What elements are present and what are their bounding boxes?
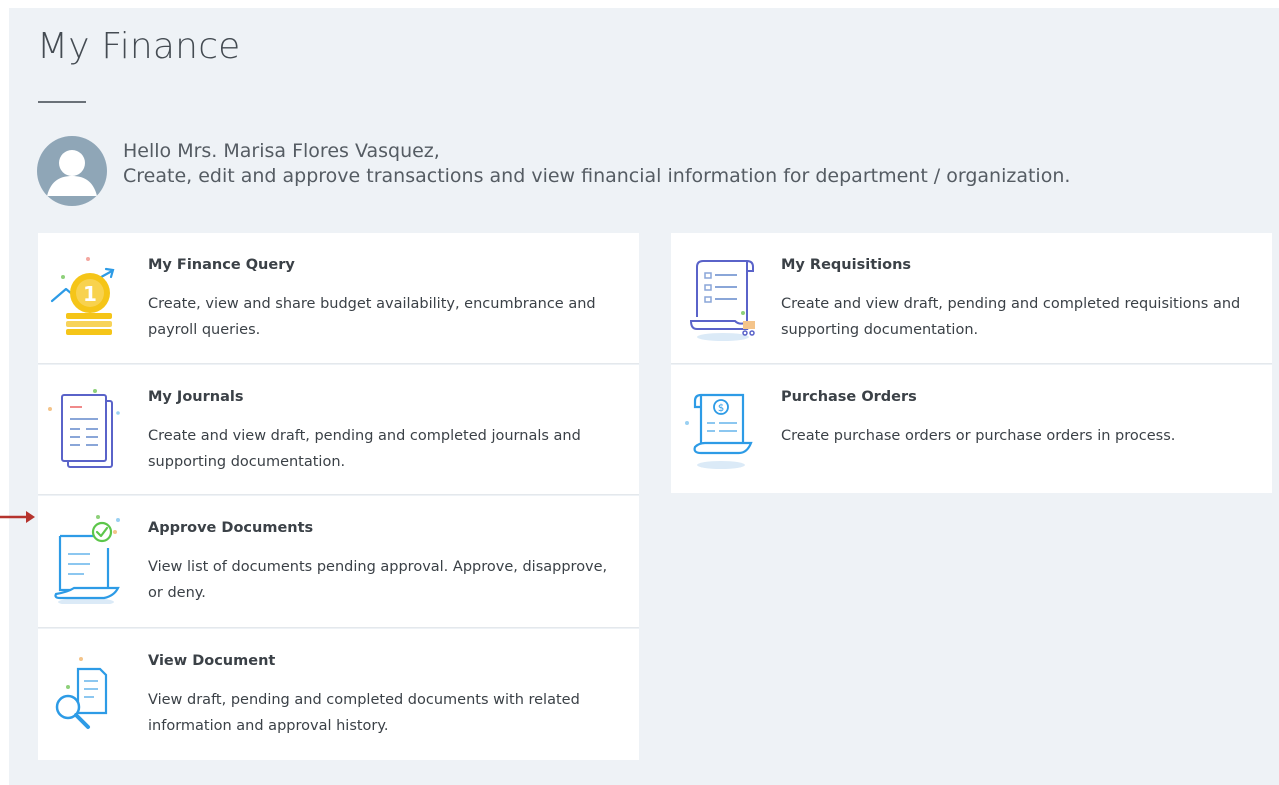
card-approve-documents[interactable]: Approve Documents View list of documents… <box>38 496 639 628</box>
arrow-right-icon <box>0 511 35 523</box>
svg-text:1: 1 <box>83 282 97 306</box>
card-title: Purchase Orders <box>781 389 917 405</box>
card-purchase-orders[interactable]: $ Purchase Orders Create purchase orders… <box>671 365 1272 493</box>
title-divider <box>38 101 86 103</box>
card-my-journals[interactable]: My Journals Create and view draft, pendi… <box>38 365 639 495</box>
card-description: Create, view and share budget availabili… <box>148 296 596 338</box>
card-description: View draft, pending and completed docume… <box>148 692 580 734</box>
greeting-name: Hello Mrs. Marisa Flores Vasquez, <box>123 140 440 162</box>
card-description: Create purchase orders or purchase order… <box>781 428 1176 444</box>
greeting: Hello Mrs. Marisa Flores Vasquez, Create… <box>123 139 1070 189</box>
card-title: My Requisitions <box>781 257 912 273</box>
avatar <box>37 136 107 206</box>
purchase-order-icon: $ <box>681 383 771 473</box>
card-title: My Finance Query <box>148 257 295 273</box>
user-avatar-icon <box>47 150 97 196</box>
card-my-finance-query[interactable]: 1 My Finance Query Create, view and shar… <box>38 233 639 364</box>
card-title: Approve Documents <box>148 520 314 536</box>
document-search-icon <box>48 647 138 737</box>
greeting-description: Create, edit and approve transactions an… <box>123 165 1071 187</box>
requisition-icon <box>681 251 771 341</box>
card-description: View list of documents pending approval.… <box>148 559 608 601</box>
card-view-document[interactable]: View Document View draft, pending and co… <box>38 629 639 760</box>
svg-text:$: $ <box>718 403 724 414</box>
card-my-requisitions[interactable]: My Requisitions Create and view draft, p… <box>671 233 1272 364</box>
card-title: View Document <box>148 653 276 669</box>
card-description: Create and view draft, pending and compl… <box>781 296 1241 338</box>
approve-document-icon <box>48 514 138 606</box>
card-title: My Journals <box>148 389 244 405</box>
journal-icon <box>48 383 138 473</box>
page-title: My Finance <box>37 26 241 67</box>
card-description: Create and view draft, pending and compl… <box>148 428 581 470</box>
coin-stack-icon: 1 <box>48 251 138 341</box>
